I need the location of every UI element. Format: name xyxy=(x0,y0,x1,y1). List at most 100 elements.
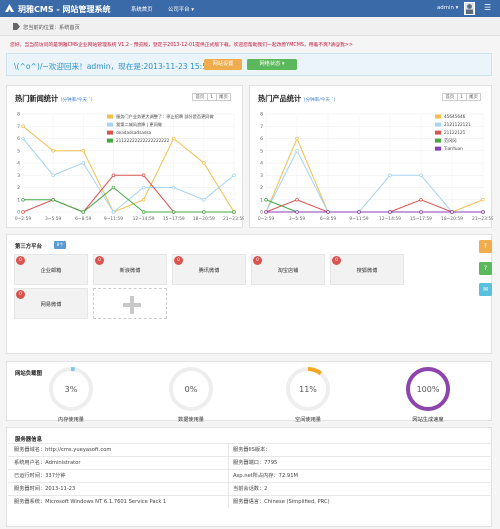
gauge-label: 网站生成速度 xyxy=(412,417,444,423)
tile-label: 腾讯微博 xyxy=(198,268,220,274)
legend-swatch xyxy=(107,122,113,127)
pager-current[interactable]: 1 xyxy=(206,94,217,101)
product-stats-panel: 热门产品统计 (分钟率/今天 ˇ) 首页 1 尾页 0 1 2 3 4 5 6 7 8 0~2:59 3… xyxy=(249,85,493,228)
data-point xyxy=(171,210,176,214)
legend-swatch xyxy=(435,130,441,135)
site-settings-button[interactable]: 网站设置 xyxy=(204,59,242,70)
info-cell: 当前会话数：2 xyxy=(233,486,268,492)
pager-first[interactable]: 首页 xyxy=(193,94,207,101)
back-to-top-icon[interactable]: ⤒ xyxy=(479,240,492,253)
y-tick-label: 6 xyxy=(260,136,263,142)
info-cell: 服务器端口：7795 xyxy=(233,460,278,466)
legend-entry: 21122121 xyxy=(444,130,466,135)
x-tick-label: 18~20:59 xyxy=(441,216,463,222)
tile-label: 企业邮箱 xyxy=(40,268,62,274)
data-point xyxy=(21,136,25,141)
question-icon[interactable]: ? xyxy=(479,262,492,275)
legend-entry: 21122222222222222222 xyxy=(116,138,170,143)
add-platform-button[interactable] xyxy=(93,288,167,319)
nav-company-platform[interactable]: 公司平台 ▾ xyxy=(168,5,194,13)
news-line-chart: 0 1 2 3 4 5 6 7 8 0~2:59 3~5:59 6~8:59 9~11:59 12~14:… xyxy=(15,112,244,222)
gauge-label: 数据使用量 xyxy=(178,417,204,423)
x-tick-label: 15~17:59 xyxy=(163,216,185,222)
info-cell: 服务器域名：http://cms.yueyasoft.com xyxy=(14,447,112,453)
legend-entry: 范冈冈 xyxy=(444,137,457,144)
chat-icon[interactable]: ✉ xyxy=(479,283,492,296)
tile-mail[interactable]: 0 企业邮箱 xyxy=(14,254,88,285)
data-point xyxy=(295,148,299,153)
y-tick-label: 6 xyxy=(17,136,20,142)
y-tick-label: 3 xyxy=(17,173,20,179)
x-tick-label: 0~2:59 xyxy=(15,216,32,222)
hamburger-icon[interactable]: ☰ xyxy=(484,3,491,12)
data-point xyxy=(295,197,299,202)
data-point xyxy=(81,210,86,214)
x-tick-label: 3~5:59 xyxy=(45,216,62,222)
x-tick-label: 15~17:59 xyxy=(410,216,432,222)
legend-swatch xyxy=(435,138,441,143)
products-period-select[interactable]: (分钟率/今天 ˇ) xyxy=(304,98,336,103)
network-status-button[interactable]: 网络状态 ▾ xyxy=(247,59,297,70)
y-tick-label: 0 xyxy=(17,210,20,216)
data-point xyxy=(232,173,236,177)
data-point xyxy=(450,210,454,214)
tile-badge: 0 xyxy=(95,256,104,265)
data-point xyxy=(141,197,146,202)
logo-icon[interactable] xyxy=(4,3,15,14)
server-info-title: 服务器信息 xyxy=(15,437,42,443)
gauge-space: 11% 空间使用量 xyxy=(283,364,333,423)
notice-text[interactable]: 您好，当当前访问的是玥雅CMS企业网站管理系统 V1.2 - 预览版，登定于20… xyxy=(10,41,490,48)
y-tick-label: 0 xyxy=(260,210,263,216)
gauge-value: 3% xyxy=(65,385,78,394)
gauge-value: 0% xyxy=(185,385,198,394)
data-point xyxy=(171,136,176,141)
y-tick-label: 8 xyxy=(17,112,20,118)
news-stats-panel: 热门新闻统计 (分钟率/今天 ˇ) 首页 1 尾页 0 1 2 3 4 5 6 7 8 0~2:59 3… xyxy=(6,85,244,228)
breadcrumb: 您当前的位置： 系统首页 xyxy=(0,17,500,36)
data-point xyxy=(111,210,116,214)
pager-first[interactable]: 首页 xyxy=(443,94,457,101)
x-tick-label: 12~14:59 xyxy=(133,216,155,222)
y-tick-label: 1 xyxy=(17,197,20,203)
tile-badge: 0 xyxy=(332,256,341,265)
info-cell: 服务器语言：Chinese (Simplified, PRC) xyxy=(233,499,330,505)
gauge-data: 0% 数据使用量 xyxy=(166,364,216,423)
y-tick-label: 2 xyxy=(260,185,263,191)
tile-sohu-weibo[interactable]: 0 搜狐微博 xyxy=(330,254,404,285)
data-point xyxy=(326,210,330,214)
data-point xyxy=(419,173,423,177)
tile-badge: 0 xyxy=(16,290,25,299)
data-point xyxy=(171,185,176,190)
gauge-value: 11% xyxy=(299,385,317,394)
breadcrumb-label: 您当前的位置： xyxy=(23,25,60,31)
avatar[interactable] xyxy=(464,2,475,15)
x-tick-label: 6~8:59 xyxy=(320,216,337,222)
gauge-memory: 3% 内存使用量 xyxy=(46,364,96,423)
news-period-select[interactable]: (分钟率/今天 ˇ) xyxy=(61,98,93,103)
user-menu[interactable]: admin ▾ xyxy=(437,5,458,11)
data-point xyxy=(232,210,236,214)
tile-label: 网易微博 xyxy=(40,302,62,308)
data-point xyxy=(51,148,55,153)
tile-tencent-weibo[interactable]: 0 腾讯微博 xyxy=(172,254,246,285)
data-point xyxy=(111,185,116,190)
data-point xyxy=(419,210,423,214)
y-tick-label: 3 xyxy=(260,173,263,179)
tile-netease-weibo[interactable]: 0 网易微博 xyxy=(14,288,88,319)
nav-home[interactable]: 系统首页 xyxy=(131,5,153,13)
site-load-panel: 网站负载图 3% 内存使用量 0% 数据使用量 11% 空间使用量 100% 网… xyxy=(6,361,492,423)
pager-last[interactable]: 尾页 xyxy=(467,94,481,101)
data-point xyxy=(419,197,423,202)
tile-taobao-shop[interactable]: 0 淘宝店铺 xyxy=(251,254,325,285)
x-tick-label: 9~11:59 xyxy=(104,216,123,222)
breadcrumb-current[interactable]: 系统首页 xyxy=(59,24,80,31)
data-point xyxy=(202,197,206,202)
info-row: 服务器域名：http://cms.yueyasoft.com 服务器IIS版本： xyxy=(8,443,492,456)
tile-sina-weibo[interactable]: 0 新浪微博 xyxy=(93,254,167,285)
y-tick-label: 7 xyxy=(17,124,20,130)
load-title: 网站负载图 xyxy=(15,371,42,377)
legend-entry: deadadsadsadsa xyxy=(116,130,152,135)
tile-badge: 0 xyxy=(174,256,183,265)
pager-last[interactable]: 尾页 xyxy=(217,94,231,101)
pager-current[interactable]: 1 xyxy=(456,94,467,101)
